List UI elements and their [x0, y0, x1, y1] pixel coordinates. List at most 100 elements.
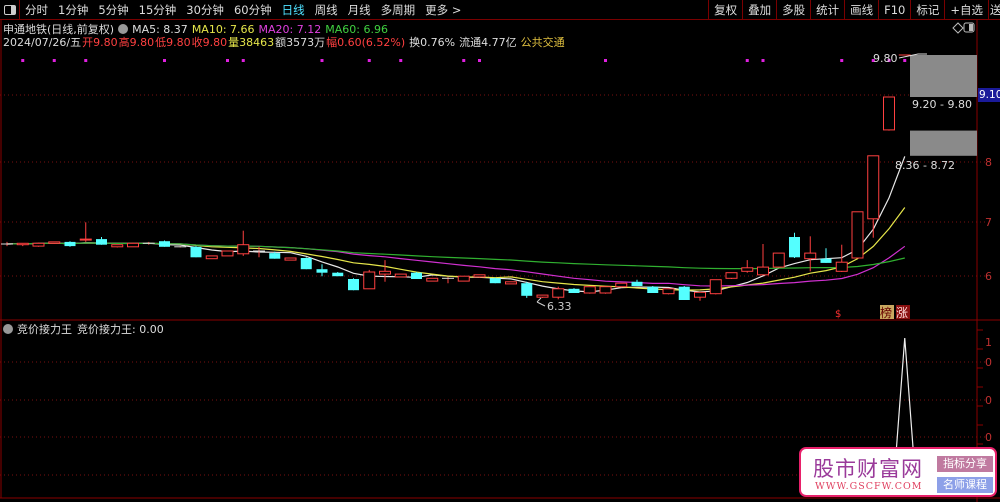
tab-weekly[interactable]: 周线 [310, 2, 343, 18]
candle [111, 244, 124, 248]
candle-body-down [521, 283, 533, 296]
send-button[interactable]: 送 [988, 0, 1000, 20]
axis-label: 8 [985, 156, 992, 169]
candle [505, 281, 517, 285]
candle [789, 232, 800, 258]
tab-daily[interactable]: 日线 [277, 2, 310, 18]
candle-body-down [820, 258, 832, 263]
signal-dot [84, 59, 88, 62]
candle-body-down [631, 281, 643, 286]
candle-body-up [757, 266, 769, 276]
sector-link[interactable]: 公共交通 [521, 36, 565, 49]
high-price-label: 9.80 [873, 52, 898, 65]
signal-dot [761, 59, 765, 62]
sub-axis-label: 0 [985, 394, 992, 407]
chevron-down-icon[interactable] [3, 324, 13, 334]
tab-multi-period[interactable]: 多周期 [376, 2, 421, 18]
candle [379, 260, 391, 282]
candle [457, 275, 470, 282]
sub-axis-label: 0 [985, 356, 992, 369]
low-price-label: 6.33 [547, 300, 572, 313]
tab-monthly[interactable]: 月线 [343, 2, 376, 18]
chevron-down-icon[interactable] [118, 24, 129, 34]
candle-body-up [48, 241, 61, 244]
candle [678, 286, 690, 300]
multi-stock-button[interactable]: 多股 [776, 0, 810, 20]
candle [709, 279, 722, 295]
candle-body-up [205, 255, 218, 260]
candle [142, 241, 155, 245]
tab-1min[interactable]: 1分钟 [53, 2, 93, 18]
overlay-button[interactable]: 叠加 [742, 0, 776, 20]
signal-dot [241, 59, 245, 62]
add-watchlist-button[interactable]: +自选 [944, 0, 988, 20]
draw-line-button[interactable]: 画线 [844, 0, 878, 20]
tab-5min[interactable]: 5分钟 [93, 2, 133, 18]
indicator-share-tag[interactable]: 指标分享 [937, 456, 993, 472]
signal-dot [163, 59, 166, 62]
candle [615, 282, 628, 288]
candle [32, 242, 45, 247]
candle-body-down [64, 241, 76, 247]
signal-dot [320, 59, 324, 62]
tab-more[interactable]: 更多 > [420, 2, 466, 18]
sidebar-toggle-button[interactable] [0, 0, 20, 20]
sub-axis-label: 1 [985, 336, 992, 349]
signal-dot [840, 59, 844, 62]
tab-15min[interactable]: 15分钟 [134, 2, 182, 18]
quote-turnover: 换0.76% [409, 36, 456, 49]
quote-close: 收9.80 [191, 36, 228, 49]
signal-dot [462, 59, 466, 62]
adjust-button[interactable]: 复权 [708, 0, 742, 20]
candle-body-up [583, 286, 596, 294]
chip-zone [910, 55, 977, 97]
candle-body-up [725, 272, 738, 279]
toolbar: 分时 1分钟 5分钟 15分钟 30分钟 60分钟 日线 周线 月线 多周期 更… [0, 0, 1000, 20]
candle [16, 242, 29, 247]
candle [772, 252, 785, 268]
zone-lower-label: 8.36 - 8.72 [895, 159, 955, 172]
ma10-line [6, 207, 906, 291]
diamond-icon[interactable] [952, 22, 964, 34]
mark-button[interactable]: 标记 [910, 0, 944, 20]
candle-body-up [127, 242, 139, 248]
candle [725, 272, 738, 279]
statistics-button[interactable]: 统计 [810, 0, 844, 20]
kline-chart[interactable]: 9.80 6.33 9.20 - 9.80 8.36 - 8.72 $ 榜 涨 … [0, 0, 1000, 502]
candle-body-up [694, 291, 706, 298]
candle-body-up [883, 96, 895, 131]
f10-button[interactable]: F10 [878, 0, 910, 20]
sub-axis-label: 0 [985, 431, 992, 444]
candle [568, 288, 580, 293]
candle-body-up [363, 271, 376, 290]
teacher-course-tag[interactable]: 名师课程 [937, 477, 993, 493]
axis-label: 7 [985, 216, 992, 229]
candle-body-down [678, 286, 690, 300]
tab-60min[interactable]: 60分钟 [229, 2, 277, 18]
quote-amount: 额3573万 [275, 36, 326, 49]
tab-30min[interactable]: 30分钟 [181, 2, 229, 18]
indicator-value: 竞价接力王: 0.00 [77, 323, 164, 336]
candle-body-up [709, 279, 722, 295]
candle [237, 230, 250, 256]
candle [174, 246, 187, 248]
candle [536, 294, 549, 298]
signal-dot [367, 59, 371, 62]
tab-fenshi[interactable]: 分时 [20, 2, 53, 18]
quote-high: 高9.80 [118, 36, 155, 49]
candle [473, 274, 486, 278]
candle-body-up [599, 286, 612, 294]
rise-badge: 涨 [896, 305, 908, 320]
candle-body-up [111, 244, 124, 248]
quote-low: 低9.80 [155, 36, 191, 49]
signal-dot [52, 59, 56, 62]
candle-body-up [505, 281, 517, 285]
candle [883, 96, 895, 131]
candle [1, 241, 13, 247]
grid-lines [0, 94, 985, 476]
signal-dot [399, 59, 403, 62]
candle [221, 250, 234, 257]
candle [757, 244, 769, 276]
indicator-name[interactable]: 竞价接力王 [17, 323, 72, 336]
candle [489, 277, 501, 284]
